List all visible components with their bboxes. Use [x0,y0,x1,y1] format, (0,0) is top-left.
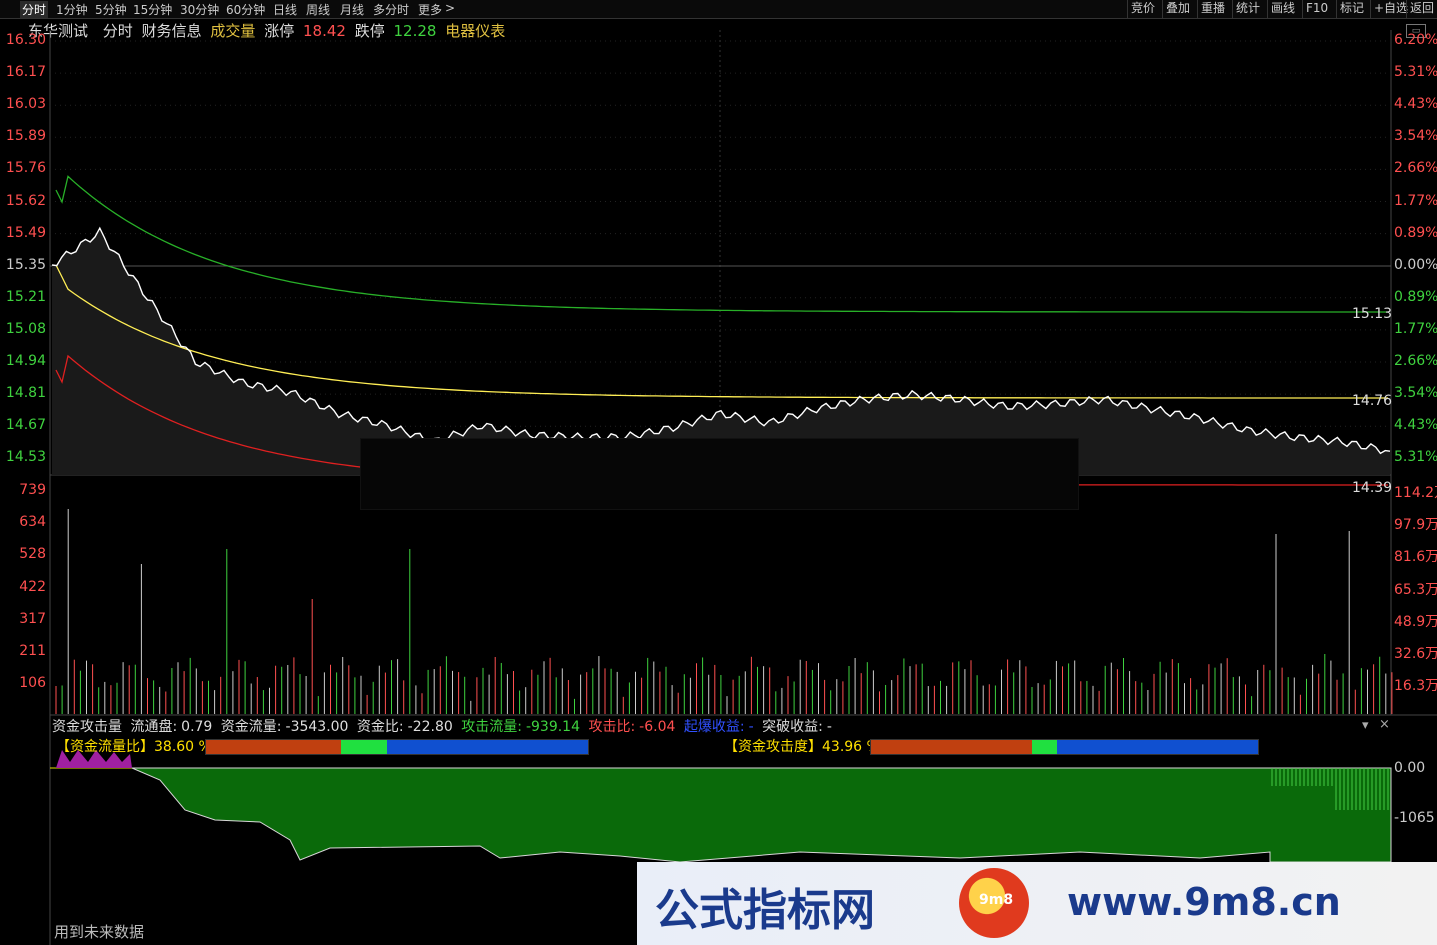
price-left-label-12: 14.67 [5,417,46,434]
close-icon[interactable]: × [1379,717,1390,732]
flow-ratio-meter-label: 【资金流量比】38.60 %买 [56,739,226,755]
price-left-label-0: 16.30 [5,32,46,48]
watermark-banner: 公式指标网 9m8 www.9m8.cn [637,862,1437,945]
float-value: 0.79 [181,719,213,735]
price-left-label-4: 15.76 [5,160,46,177]
vol-right-label-5: 32.6万 [1394,646,1437,662]
attack-ratio-value: -6.04 [639,719,676,735]
flow-label: 资金流量: [220,719,282,735]
watermark-right-text: www.9m8.cn [1067,880,1341,924]
vol-right-label-3: 65.3万 [1394,581,1437,598]
red-line-end-label: 14.39 [1352,480,1393,496]
vol-right-label-6: 16.3万 [1394,678,1437,695]
price-right-label-12: 4.43% [1394,417,1437,434]
vol-left-label-4: 317 [19,610,46,627]
price-right-label-4: 2.66% [1394,160,1437,177]
qibao-value: - [748,719,754,735]
watermark-logo: 9m8 [959,868,1029,938]
vol-left-label-1: 634 [19,514,46,531]
vol-left-label-2: 528 [19,546,46,563]
price-left-label-1: 16.17 [5,64,46,81]
volume-bars [55,509,1393,714]
vol-left-label-0: 739 [19,482,46,498]
overlay-popup [360,438,1079,510]
flow-value: -3543.00 [285,719,349,735]
price-left-label-10: 14.94 [5,353,46,369]
vol-right-label-2: 81.6万 [1394,549,1437,566]
vol-right-label-0: 114.2万 [1394,485,1437,501]
vol-left-label-3: 422 [19,578,46,595]
price-right-label-7: 0.00% [1394,256,1437,273]
capital-flow-area [131,767,1392,863]
price-left-label-3: 15.89 [5,128,46,145]
price-left-label-11: 14.81 [5,385,46,402]
qibao-label: 起爆收益: [683,719,745,735]
yellow-line-end-label: 14.76 [1352,393,1393,409]
attack-meter-bar [870,739,1259,755]
price-left-label-13: 14.53 [5,449,46,466]
price-right-label-1: 5.31% [1394,64,1437,81]
attack-flow-label: 攻击流量: [461,719,522,735]
price-right-label-11: 3.54% [1394,385,1437,402]
watermark-logo-text: 9m8 [979,892,1014,908]
price-right-label-3: 3.54% [1394,128,1437,145]
float-label: 流通盘: [130,719,178,735]
indicator-header: 资金攻击量 流通盘: 0.79 资金流量: -3543.00 资金比: -22.80 … [52,716,836,736]
price-left-label-8: 15.21 [5,288,46,305]
price-left-label-9: 15.08 [5,320,46,337]
vol-right-label-1: 97.9万 [1394,517,1437,534]
price-right-label-0: 6.20% [1394,32,1437,48]
price-right-label-9: 1.77% [1394,320,1437,337]
price-right-label-2: 4.43% [1394,96,1437,113]
indicator-axis-top: 0.00 [1394,760,1426,776]
upper-band-line [55,175,1388,313]
green-line-end-label: 15.13 [1352,306,1393,322]
price-left-label-6: 15.49 [5,224,46,241]
attack-ratio-label: 攻击比: [588,719,636,735]
future-data-note: 用到未来数据 [54,923,145,941]
indicator-name[interactable]: 资金攻击量 [52,719,122,735]
average-price-line [55,264,1388,399]
price-left-label-7: 15.35 [5,256,46,273]
price-left-label-2: 16.03 [5,96,46,113]
indicator-axis-mid: -1065 [1394,810,1435,826]
attack-flow-value: -939.14 [525,719,580,735]
price-right-label-13: 5.31% [1394,449,1437,466]
ratio-label: 资金比: [356,719,404,735]
tupo-label: 突破收益: [762,719,823,735]
dropdown-icon[interactable]: ▾ [1362,718,1369,733]
indicator-area [50,750,1392,863]
vol-left-label-6: 106 [19,675,46,692]
attack-meter-label: 【资金攻击度】43.96 %买 [724,739,894,755]
price-right-label-6: 0.89% [1394,224,1437,241]
price-right-label-10: 2.66% [1394,353,1437,369]
price-right-label-8: 0.89% [1394,288,1437,305]
price-left-label-5: 15.62 [5,192,46,209]
flow-ratio-meter-bar [205,739,589,755]
price-right-label-5: 1.77% [1394,192,1437,209]
watermark-left-text: 公式指标网 [655,885,875,936]
vol-right-label-4: 48.9万 [1394,613,1437,630]
vol-left-label-5: 211 [19,643,46,659]
tupo-value: - [826,719,832,735]
ratio-value: -22.80 [407,719,453,735]
